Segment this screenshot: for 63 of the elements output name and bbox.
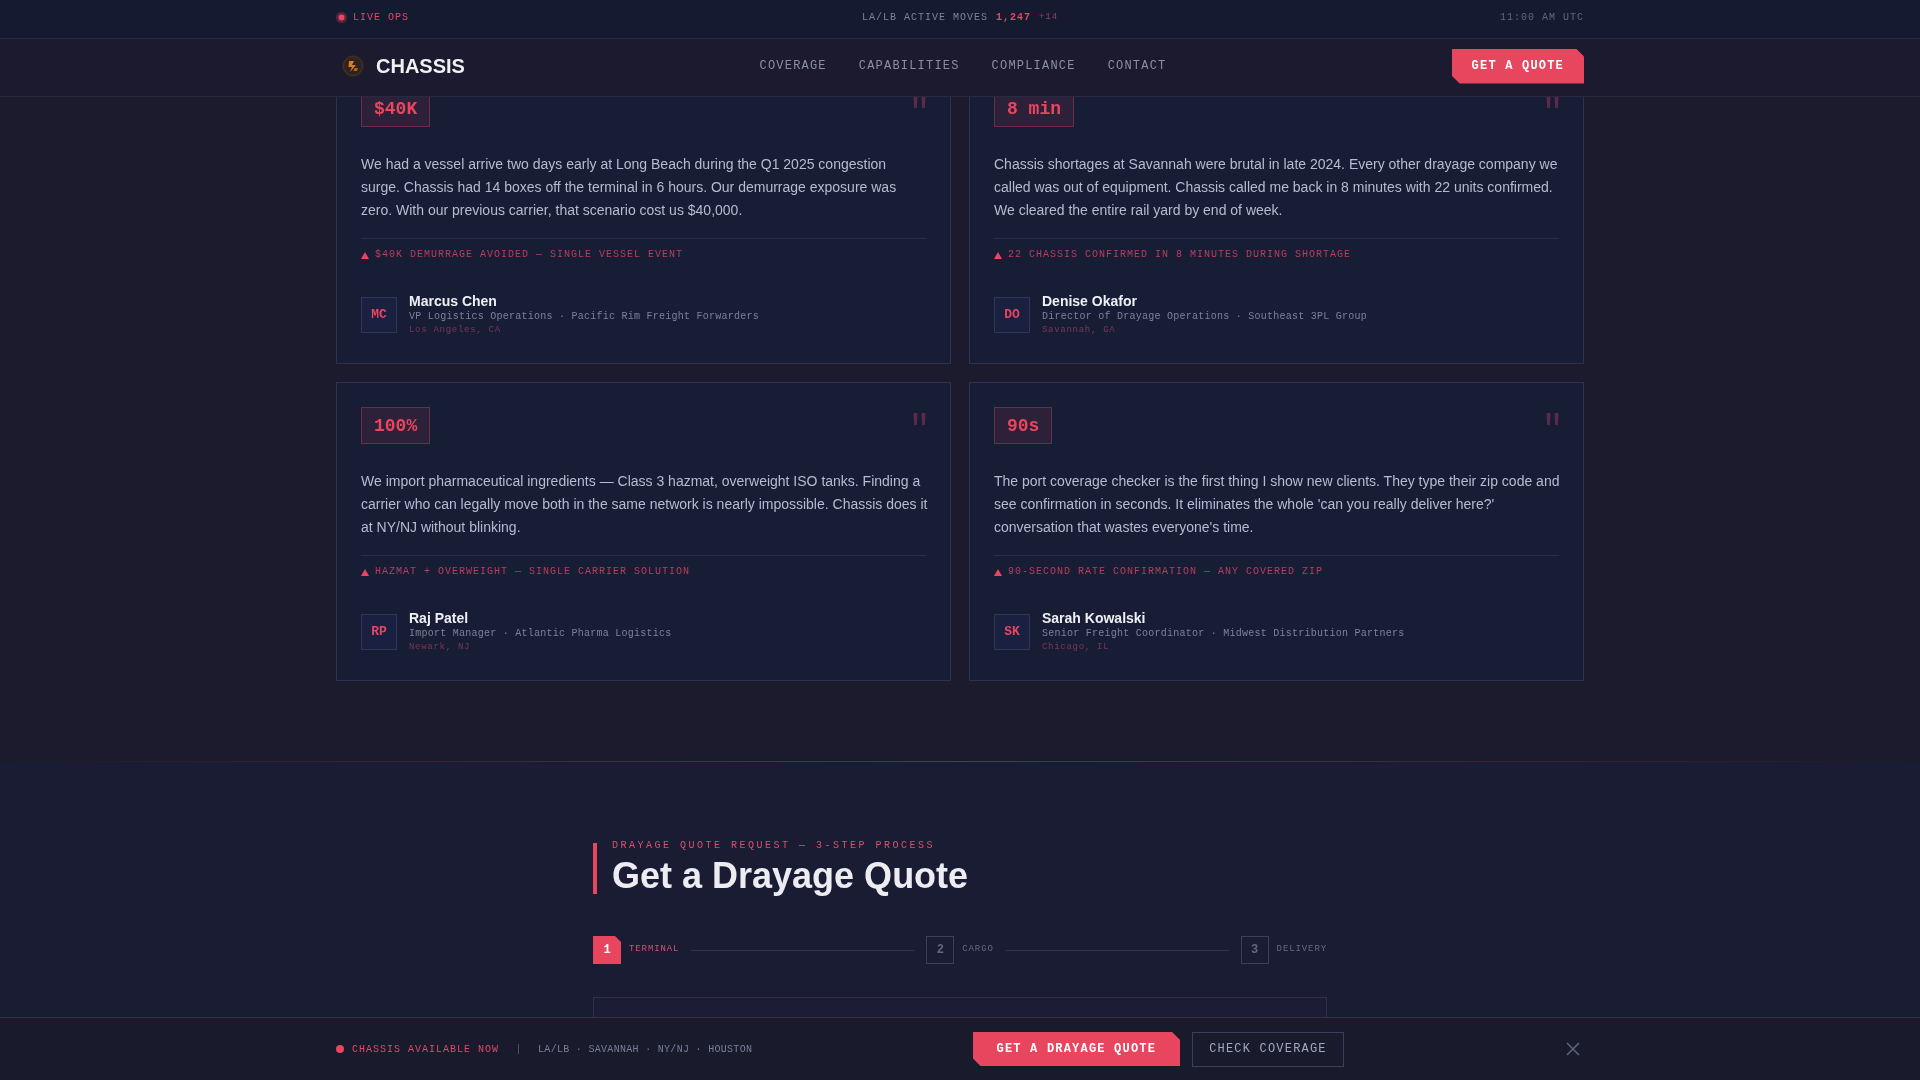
author-name: Denise Okafor bbox=[1042, 292, 1138, 310]
author-location: Los Angeles, CA bbox=[409, 324, 502, 337]
active-moves-label: LA/LB ACTIVE MOVES bbox=[861, 11, 988, 25]
testimonial-quote: We import pharmaceutical ingredients — Class 3 hazmat, overweight ISO tanks. Finding a carrier who can legally move both in the same network is nearly impossible. Chassis does it at NY/NJ without blinking. bbox=[361, 472, 928, 537]
author-location: Newark, NJ bbox=[409, 641, 472, 654]
active-moves-count: 1,247 bbox=[995, 11, 1031, 25]
status-dot-icon bbox=[336, 1045, 344, 1053]
accent-bar bbox=[593, 843, 597, 894]
step-label: TERMINAL bbox=[629, 943, 680, 957]
author-location: Savannah, GA bbox=[1042, 324, 1117, 337]
clock-time: 11:00 AM UTC bbox=[1500, 11, 1584, 25]
nav-link[interactable]: CONTACT bbox=[1107, 58, 1167, 74]
step-indicator[interactable]: 3 bbox=[1240, 936, 1269, 964]
triangle-icon bbox=[994, 251, 1002, 259]
section-title: Get a Drayage Quote bbox=[612, 854, 969, 898]
live-dot-icon bbox=[336, 12, 347, 23]
active-moves-delta: +14 bbox=[1038, 10, 1059, 24]
author-role: Import Manager · Atlantic Pharma Logistics bbox=[409, 627, 672, 641]
step-label: CARGO bbox=[962, 943, 994, 957]
avatar-initials: RP bbox=[361, 613, 397, 650]
avatar-initials: DO bbox=[994, 296, 1030, 333]
quote-mark-icon bbox=[913, 413, 926, 425]
brand-name[interactable]: CHASSIS bbox=[376, 51, 465, 81]
stat-badge: $40K bbox=[361, 97, 431, 127]
author-role: Senior Freight Coordinator · Midwest Distribution Partners bbox=[1042, 627, 1405, 641]
triangle-icon bbox=[361, 568, 369, 576]
nav-link[interactable]: COVERAGE bbox=[759, 58, 827, 74]
author-name: Sarah Kowalski bbox=[1042, 609, 1147, 627]
outcome-text: 22 CHASSIS CONFIRMED IN 8 MINUTES DURING SHORTAGE bbox=[1008, 248, 1352, 262]
author-name: Raj Patel bbox=[409, 609, 470, 627]
step-indicator[interactable]: 1 bbox=[593, 936, 621, 964]
nav-link[interactable]: CAPABILITIES bbox=[858, 58, 960, 74]
avatar-initials: SK bbox=[994, 613, 1030, 650]
testimonial-quote: Chassis shortages at Savannah were brutal in late 2024. Every other drayage company we called was out of equipment. Chassis called me back in 8 minutes with 22 units confirmed. We cleared the entire rail yard by end of week. bbox=[994, 155, 1559, 220]
author-name: Marcus Chen bbox=[409, 292, 498, 310]
outcome-text: 90-SECOND RATE CONFIRMATION — ANY COVERED ZIP bbox=[1008, 565, 1324, 579]
get-quote-button[interactable]: GET A QUOTE bbox=[1451, 48, 1584, 84]
outcome-text: $40K DEMURRAGE AVOIDED — SINGLE VESSEL EVENT bbox=[375, 248, 684, 262]
stat-badge: 100% bbox=[361, 407, 431, 444]
live-ops-label: LIVE OPS bbox=[353, 11, 409, 25]
quote-mark-icon bbox=[1546, 413, 1559, 425]
port-list: LA/LB · SAVANNAH · NY/NJ · HOUSTON bbox=[538, 1041, 753, 1057]
triangle-icon bbox=[994, 568, 1002, 576]
outcome-text: HAZMAT + OVERWEIGHT — SINGLE CARRIER SOLUTION bbox=[375, 565, 691, 579]
triangle-icon bbox=[361, 251, 369, 259]
stat-badge: 8 min bbox=[994, 97, 1074, 127]
section-overline: DRAYAGE QUOTE REQUEST — 3-STEP PROCESS bbox=[612, 839, 937, 853]
author-location: Chicago, IL bbox=[1042, 641, 1111, 654]
stat-badge: 90s bbox=[994, 407, 1053, 444]
nav-link[interactable]: COMPLIANCE bbox=[991, 58, 1076, 74]
coverage-button[interactable]: CHECK COVERAGE bbox=[1192, 1031, 1344, 1067]
step-label: DELIVERY bbox=[1276, 943, 1327, 957]
testimonial-quote: The port coverage checker is the first thing I show new clients. They type their zip code and see confirmation in seconds. It eliminates the whole 'can you really deliver here?' conversation that wastes everyone's time. bbox=[994, 472, 1561, 537]
step-indicator[interactable]: 2 bbox=[926, 936, 955, 964]
testimonial-quote: We had a vessel arrive two days early at Long Beach during the Q1 2025 congestion surge. Chassis had 14 boxes off the terminal in 6 hours. Our demurrage exposure was zero. With our previous carrier, that scenario cost us $40,000. bbox=[361, 155, 898, 220]
quote-mark-icon bbox=[1546, 97, 1559, 108]
logo-icon[interactable] bbox=[342, 55, 364, 77]
quote-button[interactable]: GET A DRAYAGE QUOTE bbox=[972, 1032, 1181, 1066]
availability-status: CHASSIS AVAILABLE NOW bbox=[352, 1042, 500, 1057]
quote-mark-icon bbox=[913, 97, 926, 108]
avatar-initials: MC bbox=[361, 296, 397, 333]
author-role: Director of Drayage Operations · Southeast 3PL Group bbox=[1042, 310, 1368, 324]
author-role: VP Logistics Operations · Pacific Rim Freight Forwarders bbox=[409, 310, 760, 324]
